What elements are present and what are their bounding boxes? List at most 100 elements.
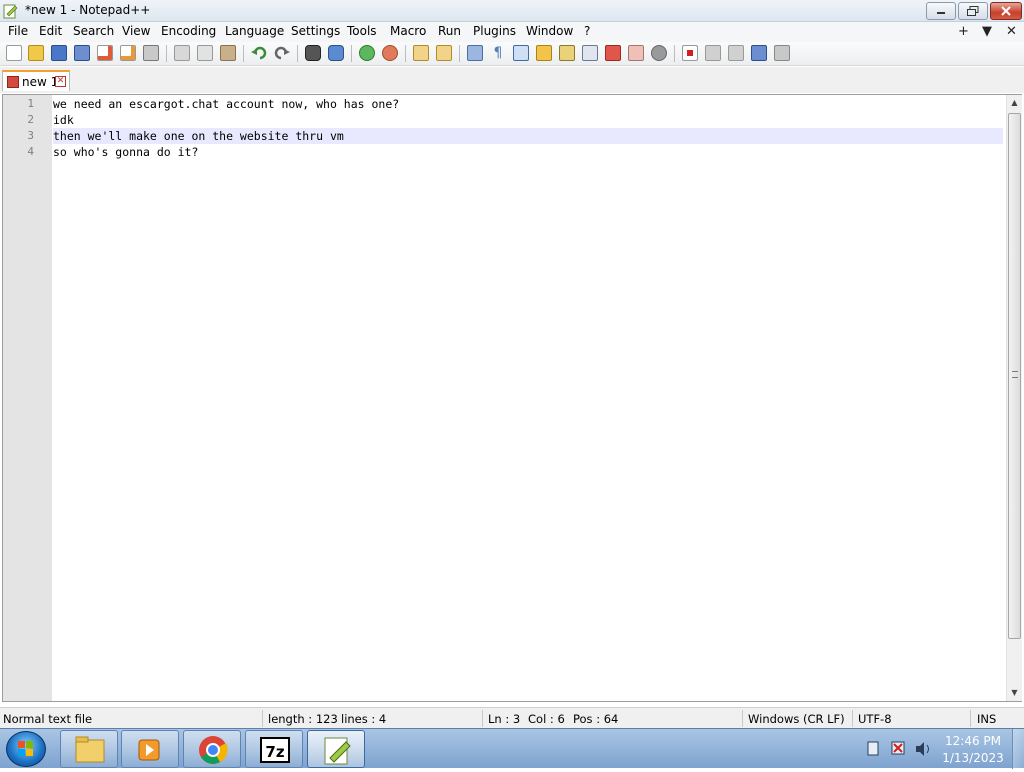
close-all-icon[interactable] bbox=[120, 45, 136, 61]
stop-recording-icon[interactable] bbox=[705, 45, 721, 61]
taskbar-7zip-button[interactable]: 7z bbox=[245, 730, 303, 768]
save-macro-icon[interactable] bbox=[774, 45, 790, 61]
replace-icon[interactable] bbox=[328, 45, 344, 61]
taskbar: 7z 12:46 PM 1/13/2023 bbox=[0, 728, 1024, 769]
notepad-plus-plus-icon bbox=[324, 737, 351, 765]
unsaved-document-icon bbox=[7, 76, 19, 88]
tab-close-icon[interactable]: ✕ bbox=[55, 76, 66, 87]
title-bar: *new 1 - Notepad++ bbox=[0, 0, 1024, 22]
restore-button[interactable] bbox=[958, 2, 988, 20]
tab-list-dropdown-icon[interactable]: ▼ bbox=[982, 24, 992, 39]
cut-icon[interactable] bbox=[174, 45, 190, 61]
tab-bar: new 1 ✕ bbox=[0, 67, 1024, 93]
undo-icon[interactable] bbox=[251, 45, 267, 61]
status-column: Col : 6 bbox=[528, 712, 565, 726]
menu-macro[interactable]: Macro bbox=[388, 24, 428, 38]
menu-window[interactable]: Window bbox=[524, 24, 575, 38]
record-macro-icon[interactable] bbox=[682, 45, 698, 61]
clock-date[interactable]: 1/13/2023 bbox=[938, 751, 1008, 765]
find-icon[interactable] bbox=[305, 45, 321, 61]
taskbar-explorer-button[interactable] bbox=[60, 730, 118, 768]
scroll-thumb[interactable] bbox=[1008, 113, 1021, 639]
word-wrap-icon[interactable] bbox=[467, 45, 483, 61]
menu-encoding[interactable]: Encoding bbox=[159, 24, 218, 38]
window-title: *new 1 - Notepad++ bbox=[25, 3, 151, 17]
network-icon[interactable] bbox=[891, 741, 905, 755]
tab-new-1[interactable]: new 1 ✕ bbox=[2, 70, 70, 91]
close-document-icon[interactable]: ✕ bbox=[1006, 24, 1017, 39]
open-file-icon[interactable] bbox=[28, 45, 44, 61]
menu-settings[interactable]: Settings bbox=[289, 24, 342, 38]
menu-tools[interactable]: Tools bbox=[345, 24, 379, 38]
menu-view[interactable]: View bbox=[120, 24, 152, 38]
line-number-gutter: 1 2 3 4 bbox=[3, 95, 52, 701]
system-tray bbox=[867, 741, 929, 756]
menu-edit[interactable]: Edit bbox=[37, 24, 64, 38]
run-macro-multiple-icon[interactable] bbox=[751, 45, 767, 61]
clock-time[interactable]: 12:46 PM bbox=[938, 734, 1008, 748]
show-desktop-button[interactable] bbox=[1012, 729, 1024, 769]
line-number: 1 bbox=[27, 97, 34, 110]
show-all-characters-icon[interactable]: ¶ bbox=[490, 45, 506, 61]
status-file-type: Normal text file bbox=[3, 712, 93, 726]
action-center-icon[interactable] bbox=[867, 741, 879, 756]
status-lines: lines : 4 bbox=[341, 712, 387, 726]
chrome-icon bbox=[199, 736, 228, 764]
menu-plugins[interactable]: Plugins bbox=[471, 24, 518, 38]
close-button[interactable] bbox=[990, 2, 1022, 20]
folder-as-workspace-icon[interactable] bbox=[605, 45, 621, 61]
redo-icon[interactable] bbox=[274, 45, 290, 61]
indent-guide-icon[interactable] bbox=[513, 45, 529, 61]
start-button[interactable] bbox=[6, 731, 46, 767]
play-macro-icon[interactable] bbox=[728, 45, 744, 61]
zoom-in-icon[interactable] bbox=[359, 45, 375, 61]
print-icon[interactable] bbox=[143, 45, 159, 61]
line-number: 3 bbox=[27, 129, 34, 142]
svg-text:7z: 7z bbox=[265, 743, 284, 761]
taskbar-chrome-button[interactable] bbox=[183, 730, 241, 768]
document-map-icon[interactable] bbox=[559, 45, 575, 61]
save-icon[interactable] bbox=[51, 45, 67, 61]
copy-icon[interactable] bbox=[197, 45, 213, 61]
vertical-scrollbar[interactable]: ▲ ▼ bbox=[1006, 95, 1022, 701]
new-file-icon[interactable] bbox=[6, 45, 22, 61]
ellipse-icon[interactable] bbox=[651, 45, 667, 61]
editor-line-current[interactable]: then we'll make one on the website thru … bbox=[53, 128, 1003, 144]
function-list-icon[interactable] bbox=[582, 45, 598, 61]
menu-run[interactable]: Run bbox=[436, 24, 463, 38]
taskbar-notepad-plus-plus-button[interactable] bbox=[307, 730, 365, 768]
status-eol[interactable]: Windows (CR LF) bbox=[748, 712, 845, 726]
close-file-icon[interactable] bbox=[97, 45, 113, 61]
new-tab-plus-icon[interactable]: + bbox=[958, 24, 969, 39]
scroll-down-arrow-icon[interactable]: ▼ bbox=[1007, 685, 1022, 701]
status-encoding[interactable]: UTF-8 bbox=[858, 712, 892, 726]
7zip-icon: 7z bbox=[260, 737, 290, 763]
status-length: length : 123 bbox=[268, 712, 338, 726]
save-all-icon[interactable] bbox=[74, 45, 90, 61]
editor-line[interactable]: we need an escargot.chat account now, wh… bbox=[53, 96, 1003, 112]
minimize-icon bbox=[937, 12, 945, 14]
user-defined-language-icon[interactable] bbox=[536, 45, 552, 61]
minimize-button[interactable] bbox=[926, 2, 956, 20]
menu-file[interactable]: File bbox=[6, 24, 30, 38]
monitoring-icon[interactable] bbox=[628, 45, 644, 61]
status-insert-mode[interactable]: INS bbox=[977, 712, 996, 726]
taskbar-media-player-button[interactable] bbox=[121, 730, 179, 768]
volume-icon[interactable] bbox=[916, 742, 929, 756]
editor-line[interactable]: idk bbox=[53, 112, 1003, 128]
tab-label: new 1 bbox=[22, 75, 59, 89]
sync-vertical-icon[interactable] bbox=[413, 45, 429, 61]
editor[interactable]: 1 2 3 4 we need an escargot.chat account… bbox=[2, 94, 1022, 702]
scroll-up-arrow-icon[interactable]: ▲ bbox=[1007, 95, 1022, 111]
grip-icon bbox=[1012, 371, 1018, 378]
status-bar: Normal text file length : 123 lines : 4 … bbox=[0, 707, 1024, 728]
zoom-out-icon[interactable] bbox=[382, 45, 398, 61]
menu-help[interactable]: ? bbox=[582, 24, 592, 38]
menu-language[interactable]: Language bbox=[223, 24, 286, 38]
text-area[interactable]: we need an escargot.chat account now, wh… bbox=[53, 95, 1003, 701]
paste-icon[interactable] bbox=[220, 45, 236, 61]
line-number: 2 bbox=[27, 113, 34, 126]
sync-horizontal-icon[interactable] bbox=[436, 45, 452, 61]
menu-search[interactable]: Search bbox=[71, 24, 116, 38]
editor-line[interactable]: so who's gonna do it? bbox=[53, 144, 1003, 160]
